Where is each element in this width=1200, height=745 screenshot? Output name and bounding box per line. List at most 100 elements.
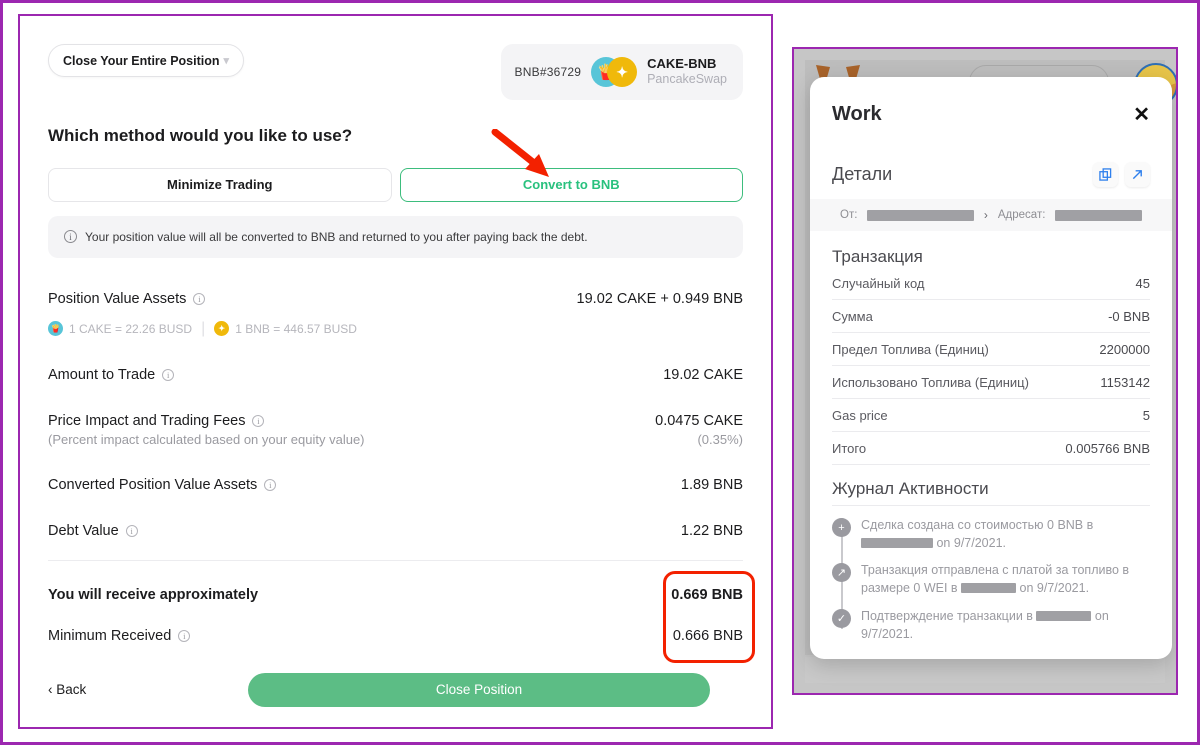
receive-section: You will receive approximately 0.669 BNB… <box>48 561 755 663</box>
to-address-redacted <box>1055 209 1142 221</box>
to-label: Адресат: <box>997 209 1046 221</box>
log-text: Сделка создана со стоимостью 0 BNB в on … <box>861 516 1150 552</box>
info-icon: i <box>64 230 77 244</box>
plus-icon: + <box>832 518 851 537</box>
pair-exchange: PancakeSwap <box>647 72 727 87</box>
background-footer <box>805 657 1165 683</box>
chevron-down-icon: ▾ <box>223 55 229 67</box>
row-value: 5 <box>1142 407 1150 423</box>
arrow-right-icon: › <box>983 208 988 222</box>
close-icon[interactable]: ✕ <box>1133 105 1150 125</box>
redacted-address <box>961 583 1017 594</box>
row-label: Position Value Assets i <box>48 290 206 307</box>
list-item: ↗ Транзакция отправлена с платой за топл… <box>832 561 1150 597</box>
tab-minimize-trading[interactable]: Minimize Trading <box>48 167 392 202</box>
modal-title: Work <box>832 103 882 125</box>
row-value: 0.005766 BNB <box>1065 440 1150 456</box>
log-text-after: on 9/7/2021. <box>936 536 1006 551</box>
row-price-impact: Price Impact and Trading Fees i (Percent… <box>48 402 743 458</box>
row-value: 45 <box>1135 275 1150 291</box>
modal-header: Work ✕ <box>832 77 1150 126</box>
row-label: Amount to Trade i <box>48 366 175 383</box>
row-label: Minimum Received i <box>48 627 191 644</box>
table-row: Итого 0.005766 BNB <box>832 432 1150 465</box>
check-icon: ✓ <box>832 608 851 628</box>
list-item: ✓ Подтверждение транзакции в on 9/7/2021… <box>832 607 1150 643</box>
table-row: Использовано Топлива (Единиц) 1153142 <box>832 366 1150 399</box>
row-label-text: Position Value Assets <box>48 290 187 307</box>
row-label-text: Converted Position Value Assets <box>48 476 258 493</box>
row-label: Converted Position Value Assets i <box>48 476 277 493</box>
position-detail-rows: Position Value Assets i 19.02 CAKE + 0.9… <box>48 280 743 550</box>
activity-log-title: Журнал Активности <box>832 479 989 498</box>
method-tabs: Minimize Trading Convert to BNB <box>48 167 743 202</box>
table-row: Предел Топлива (Единиц) 2200000 <box>832 333 1150 366</box>
table-row: Случайный код 45 <box>832 267 1150 300</box>
row-key: Предел Топлива (Единиц) <box>832 341 989 357</box>
info-icon[interactable]: i <box>252 414 265 427</box>
row-value: 0.669 BNB <box>671 586 743 603</box>
log-text-before: Сделка создана со стоимостью 0 BNB в <box>861 518 1094 532</box>
row-key: Сумма <box>832 308 873 324</box>
copy-icon[interactable] <box>1093 162 1118 187</box>
wallet-transaction-panel: Work ✕ Детали От: › Адресат: Транзакция … <box>792 47 1178 695</box>
tab-convert-to-bnb[interactable]: Convert to BNB <box>399 167 743 202</box>
row-position-value-assets: Position Value Assets i 19.02 CAKE + 0.9… <box>48 280 743 318</box>
row-debt-value: Debt Value i 1.22 BNB <box>48 512 743 550</box>
panel-top-row: Close Your Entire Position ▾ BNB#36729 🍟… <box>48 44 743 100</box>
info-icon[interactable]: i <box>178 629 191 642</box>
bnb-icon: ✦ <box>607 56 638 87</box>
rate-bnb: ✦ 1 BNB = 446.57 BUSD <box>214 321 357 337</box>
details-actions <box>1093 162 1150 187</box>
row-value: 19.02 CAKE + 0.949 BNB <box>576 290 743 307</box>
transaction-section-title: Транзакция <box>832 247 923 266</box>
log-text: Транзакция отправлена с платой за топлив… <box>861 561 1150 597</box>
bnb-icon: ✦ <box>214 321 230 337</box>
table-row: Gas price 5 <box>832 399 1150 432</box>
arrow-up-right-icon: ↗ <box>832 563 851 583</box>
divider: | <box>201 319 206 337</box>
pair-icons: 🍟 ✦ <box>591 56 638 87</box>
row-value: 1.22 BNB <box>680 522 743 539</box>
info-icon[interactable]: i <box>162 368 175 381</box>
info-icon[interactable]: i <box>125 524 138 537</box>
exchange-rates: 🍟 1 CAKE = 22.26 BUSD | ✦ 1 BNB = 446.57… <box>48 320 743 338</box>
row-value-group: 0.0475 CAKE (0.35%) <box>655 413 743 447</box>
table-row: Сумма -0 BNB <box>832 300 1150 333</box>
close-position-dropdown[interactable]: Close Your Entire Position ▾ <box>48 44 244 77</box>
row-sub-label: (Percent impact calculated based on your… <box>48 431 365 447</box>
log-text-after: on 9/7/2021. <box>1019 581 1090 596</box>
close-position-button[interactable]: Close Position <box>248 672 710 707</box>
info-icon[interactable]: i <box>193 292 206 305</box>
activity-log-list: + Сделка создана со стоимостью 0 BNB в o… <box>832 505 1150 643</box>
row-label-text: Amount to Trade <box>48 366 156 383</box>
address-row: От: › Адресат: <box>810 199 1172 231</box>
cake-icon: 🍟 <box>48 321 63 337</box>
transaction-rows: Случайный код 45 Сумма -0 BNB Предел Топ… <box>832 267 1150 465</box>
row-label-group: Price Impact and Trading Fees i (Percent… <box>48 413 365 447</box>
method-question: Which method would you like to use? <box>48 125 353 145</box>
row-label: You will receive approximately <box>48 586 259 603</box>
pair-name: CAKE-BNB <box>647 56 717 71</box>
row-value: -0 BNB <box>1108 308 1150 324</box>
info-notice-text: Your position value will all be converte… <box>85 229 588 244</box>
row-value: 0.0475 CAKE <box>655 412 743 429</box>
row-label-text: Minimum Received <box>48 627 172 644</box>
position-pair-badge: BNB#36729 🍟 ✦ CAKE-BNB PancakeSwap <box>500 44 743 100</box>
details-title: Детали <box>832 164 893 184</box>
info-notice: i Your position value will all be conver… <box>48 215 743 258</box>
row-sub-value: (0.35%) <box>697 431 743 447</box>
back-link[interactable]: ‹ Back <box>48 682 248 697</box>
rate-cake: 🍟 1 CAKE = 22.26 BUSD <box>48 321 192 337</box>
info-icon[interactable]: i <box>264 478 277 491</box>
row-label-text: Price Impact and Trading Fees <box>48 412 246 429</box>
row-value: 1.89 BNB <box>680 476 743 493</box>
list-item: + Сделка создана со стоимостью 0 BNB в o… <box>832 516 1150 552</box>
page-root: Close Your Entire Position ▾ BNB#36729 🍟… <box>0 0 1200 745</box>
log-text-before: Подтверждение транзакции в <box>861 608 1033 623</box>
rate-bnb-text: 1 BNB = 446.57 BUSD <box>235 321 357 336</box>
external-link-icon[interactable] <box>1125 162 1150 187</box>
annotation-arrow-icon <box>491 129 549 177</box>
redacted-address <box>1036 610 1092 621</box>
row-amount-to-trade: Amount to Trade i 19.02 CAKE <box>48 356 743 394</box>
